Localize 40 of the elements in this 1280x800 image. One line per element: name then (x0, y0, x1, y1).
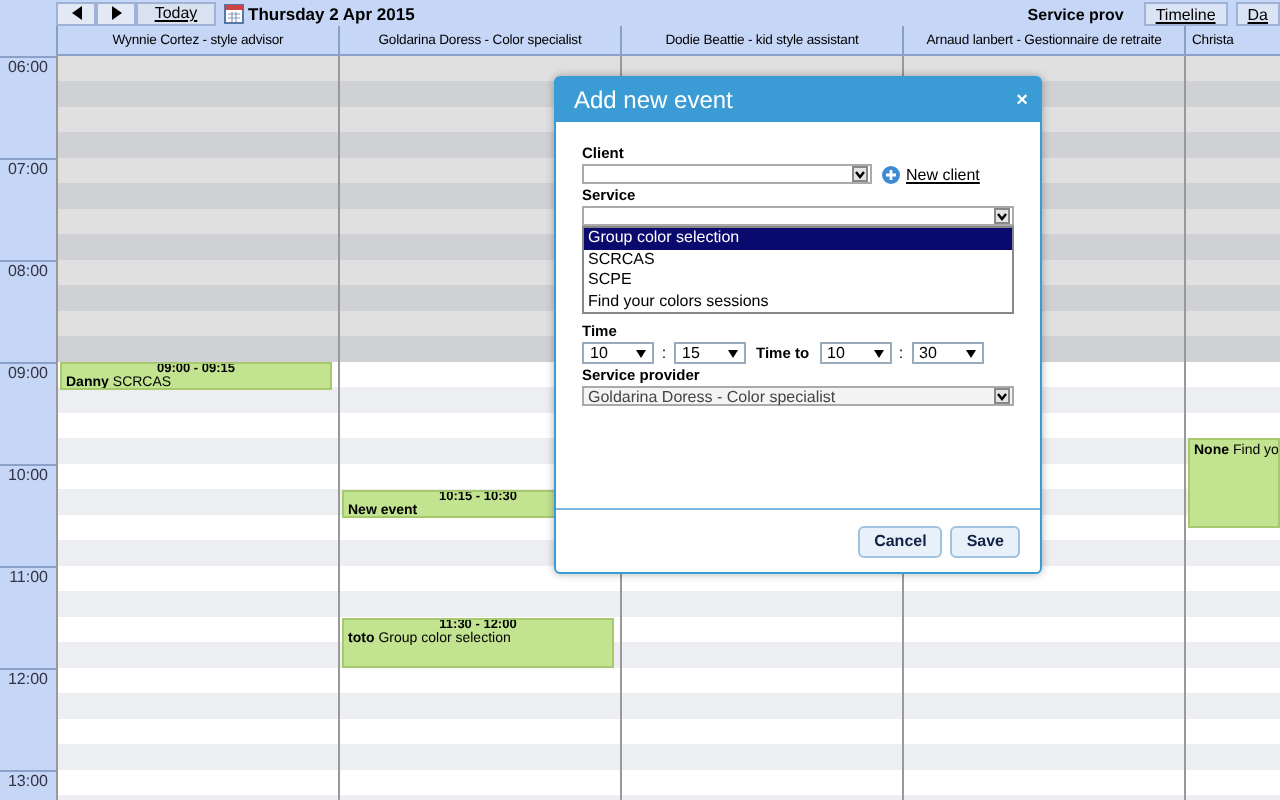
current-date: Thursday 2 Apr 2015 (248, 3, 415, 23)
dialog-button[interactable]: Save (950, 525, 1020, 557)
dropdown-arrow-icon (965, 349, 976, 357)
left-arrow-icon (71, 6, 81, 20)
previous-button[interactable] (56, 1, 96, 25)
service-option[interactable]: Group color selection (584, 228, 1012, 249)
minute-select[interactable]: 30 (911, 342, 984, 364)
time-separator: : (660, 344, 668, 362)
time-separator: : (897, 344, 906, 362)
time-label: 06:00 (7, 58, 48, 76)
dropdown-icon (994, 388, 1010, 404)
time-label: 10:00 (7, 466, 48, 484)
next-button[interactable] (96, 1, 136, 25)
service-option[interactable]: SCPE (584, 270, 1012, 291)
dropdown-arrow-icon (728, 349, 738, 357)
today-button[interactable]: Today (136, 1, 216, 25)
dialog-button[interactable]: Cancel (858, 525, 943, 557)
minute-select[interactable]: 15 (674, 342, 746, 364)
dropdown-icon (852, 166, 868, 182)
time-label: 07:00 (7, 160, 48, 178)
new-client-link[interactable]: New client (906, 165, 980, 183)
service-option[interactable]: Find your colors sessions (584, 291, 1012, 312)
add-icon (882, 165, 900, 183)
dropdown-arrow-icon (873, 349, 884, 357)
provider-select[interactable]: Goldarina Doress - Color specialist (582, 386, 1014, 406)
time-label: 09:00 (7, 364, 48, 382)
time-label: 12:00 (7, 670, 48, 688)
calendar-icon (224, 3, 244, 23)
dropdown-arrow-icon (636, 349, 646, 357)
view-tab[interactable]: Timeline (1143, 2, 1228, 26)
hour-select[interactable]: 10 (819, 342, 892, 364)
view-tab[interactable]: Da (1235, 2, 1280, 26)
time-label: 08:00 (7, 262, 48, 280)
service-option[interactable]: SCRCAS (584, 249, 1012, 270)
time-label: 13:00 (7, 772, 48, 790)
time-label: 11:00 (9, 568, 48, 586)
right-arrow-icon (111, 6, 121, 20)
hour-select[interactable]: 10 (582, 342, 654, 364)
client-select[interactable] (582, 164, 872, 184)
dialog-title: Add new event (574, 86, 733, 114)
